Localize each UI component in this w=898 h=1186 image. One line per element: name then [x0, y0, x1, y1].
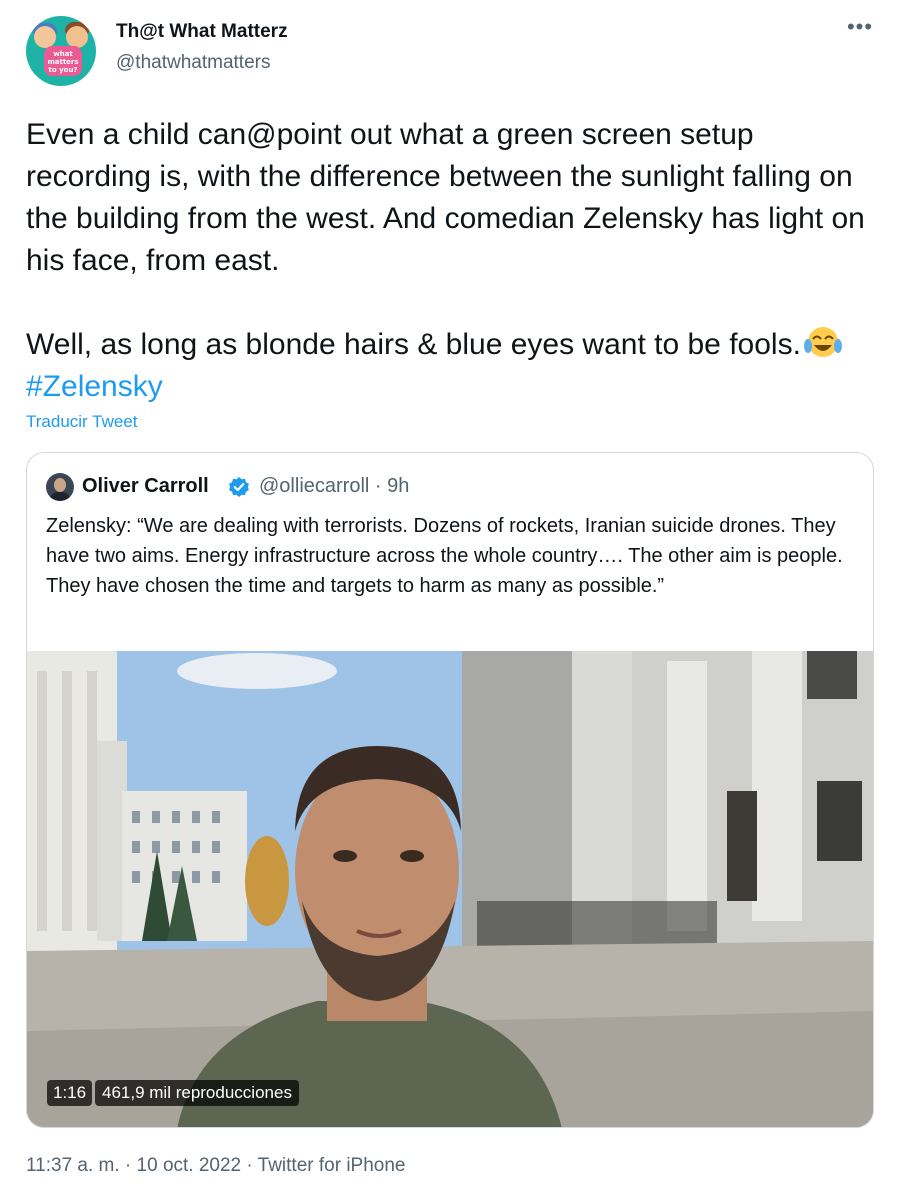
video-player[interactable]: 1:16 461,9 mil reproducciones	[27, 651, 873, 1127]
avatar-logo-text: what matters to you?	[44, 46, 82, 76]
video-duration: 1:16	[47, 1080, 93, 1106]
author-avatar[interactable]: what matters to you?	[26, 16, 96, 86]
avatar-figure	[34, 26, 56, 48]
ellipsis-icon[interactable]: •••	[846, 16, 874, 44]
author-display-name[interactable]: Th@t What Matterz	[116, 21, 288, 43]
author-handle[interactable]: @thatwhatmatters	[116, 52, 270, 74]
tweet-text-paragraph-2-text: Well, as long as blonde hairs & blue eye…	[26, 328, 801, 361]
avatar-figure	[66, 26, 88, 48]
verified-badge-icon	[229, 477, 249, 497]
quoted-tweet-card[interactable]: Oliver Carroll @olliecarroll · 9h Zelens…	[26, 452, 874, 1128]
face-with-tears-of-joy-icon	[803, 327, 842, 357]
avatar-figure	[54, 478, 66, 492]
quoted-tweet-text: Zelensky: “We are dealing with terrorist…	[46, 515, 843, 597]
tweet: what matters to you? Th@t What Matterz @…	[0, 0, 898, 1186]
tweet-text-paragraph-2: Well, as long as blonde hairs & blue eye…	[26, 324, 876, 408]
video-thumbnail	[27, 651, 873, 1127]
translate-tweet-link[interactable]: Traducir Tweet	[26, 412, 138, 432]
quoted-handle-and-time[interactable]: @olliecarroll · 9h	[259, 475, 409, 498]
tweet-text-paragraph-1: Even a child can@point out what a green …	[26, 118, 874, 277]
tweet-text: Even a child can@point out what a green …	[26, 114, 876, 408]
hashtag-link[interactable]: #Zelensky	[26, 370, 163, 403]
video-view-count: 461,9 mil reproducciones	[95, 1080, 299, 1106]
quoted-author-avatar[interactable]	[46, 473, 74, 501]
tweet-timestamp[interactable]: 11:37 a. m. · 10 oct. 2022 · Twitter for…	[26, 1155, 406, 1177]
quoted-author-name[interactable]: Oliver Carroll	[82, 475, 209, 498]
avatar-figure	[49, 492, 71, 501]
